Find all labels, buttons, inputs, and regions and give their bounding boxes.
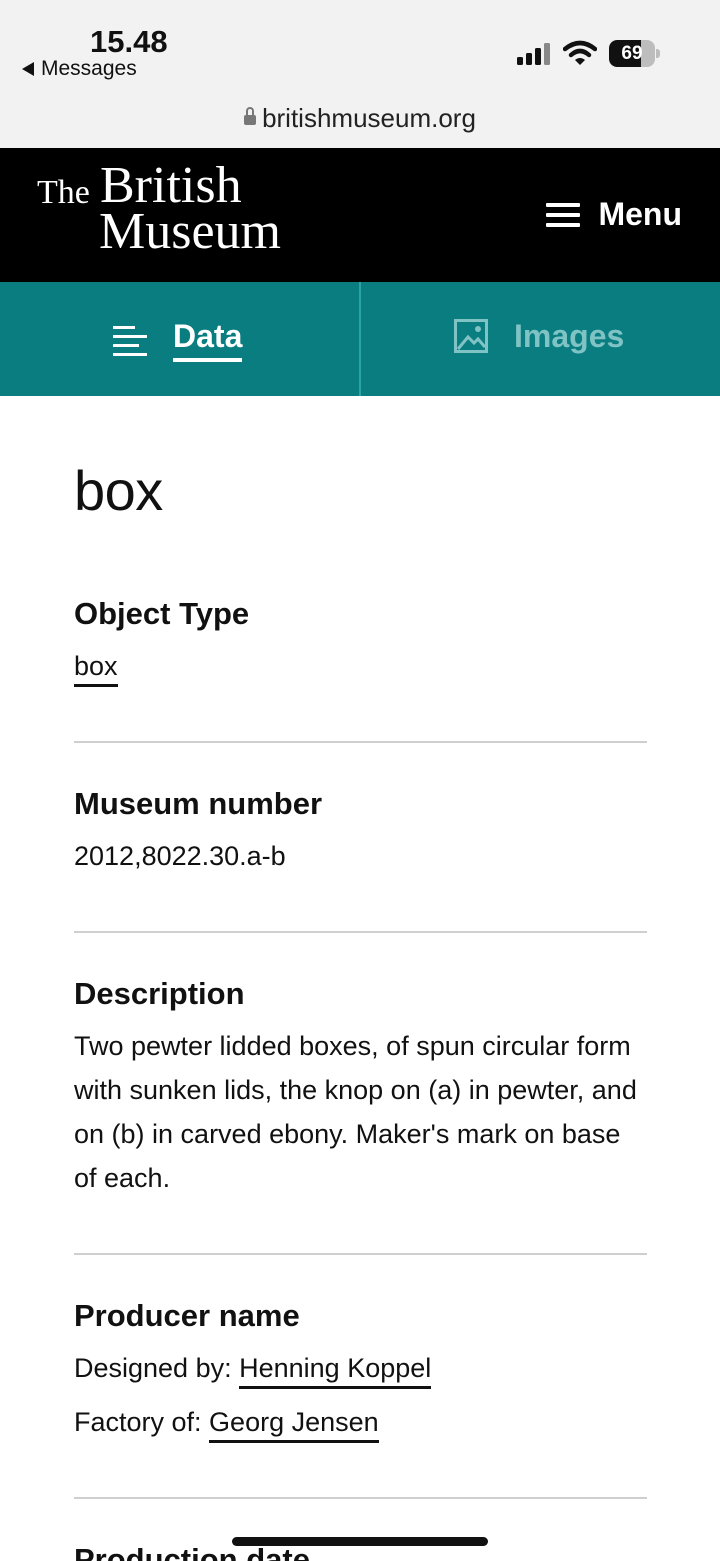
description-heading: Description	[74, 976, 245, 1011]
page-title: box	[74, 459, 163, 522]
tab-data-label: Data	[173, 318, 243, 362]
site-header: The British Museum Menu	[0, 148, 720, 282]
description-text: Two pewter lidded boxes, of spun circula…	[74, 1031, 637, 1193]
divider	[74, 1497, 647, 1499]
battery-level: 69	[621, 43, 643, 64]
battery-icon: 69	[609, 40, 660, 67]
factory-link[interactable]: Georg Jensen	[209, 1407, 379, 1443]
view-tabs: Data Images	[0, 282, 720, 396]
producer-heading: Producer name	[74, 1298, 300, 1333]
object-type-heading: Object Type	[74, 596, 250, 631]
divider	[74, 1253, 647, 1255]
home-indicator[interactable]	[232, 1537, 488, 1546]
divider	[74, 931, 647, 933]
back-to-messages[interactable]: Messages	[22, 57, 137, 81]
tab-images[interactable]: Images	[359, 282, 720, 396]
museum-number-section: Museum number 2012,8022.30.a-b	[74, 786, 647, 878]
logo-the: The	[37, 174, 90, 211]
image-icon	[454, 319, 488, 353]
address-bar[interactable]: britishmuseum.org	[0, 98, 720, 138]
status-time: 15.48	[90, 24, 168, 59]
signal-icon	[517, 43, 550, 65]
tab-images-label: Images	[514, 318, 625, 354]
menu-label: Menu	[598, 196, 682, 232]
status-bar: 15.48 Messages 69 britishmuseum.org	[0, 0, 720, 148]
lock-icon	[244, 107, 257, 127]
logo-museum: Museum	[99, 203, 281, 260]
object-type-section: Object Type box	[74, 596, 647, 688]
designer-link[interactable]: Henning Koppel	[239, 1353, 432, 1389]
wifi-icon	[563, 40, 597, 65]
description-section: Description Two pewter lidded boxes, of …	[74, 976, 647, 1200]
divider	[74, 741, 647, 743]
back-label: Messages	[41, 57, 137, 80]
museum-number-heading: Museum number	[74, 786, 323, 821]
menu-button[interactable]: Menu	[546, 196, 682, 233]
museum-number-value: 2012,8022.30.a-b	[74, 841, 286, 871]
list-icon	[113, 324, 147, 356]
designed-by-label: Designed by:	[74, 1353, 240, 1383]
tab-data[interactable]: Data	[0, 282, 359, 396]
url-text: britishmuseum.org	[262, 102, 476, 133]
hamburger-icon	[546, 202, 581, 227]
back-arrow-icon	[22, 62, 34, 76]
producer-section: Producer name Designed by: Henning Koppe…	[74, 1298, 647, 1444]
factory-of-label: Factory of:	[74, 1407, 210, 1437]
object-type-link[interactable]: box	[74, 651, 118, 687]
